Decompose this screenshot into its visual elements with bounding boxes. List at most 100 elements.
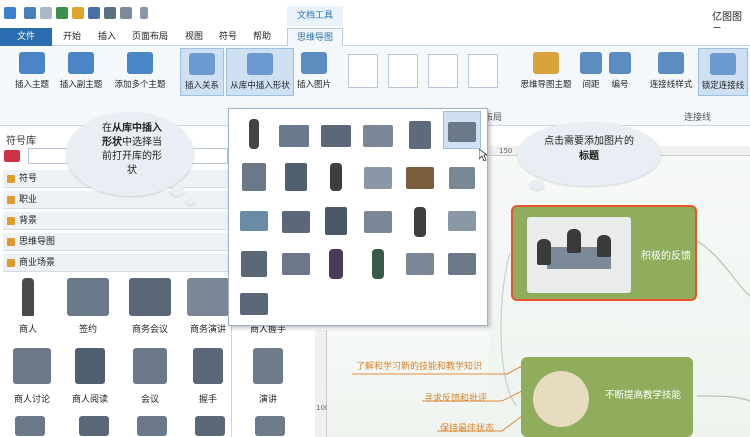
library-menu-icon[interactable] bbox=[4, 150, 20, 162]
shape-businessman[interactable]: 商人 bbox=[6, 278, 50, 335]
popup-shape-item[interactable] bbox=[317, 115, 355, 153]
popup-shape-item[interactable] bbox=[277, 243, 315, 281]
tab-help[interactable]: 帮助 bbox=[246, 28, 278, 46]
popup-shape-item[interactable] bbox=[401, 115, 439, 153]
callout-text-right: 点击需要添加图片的 标题 bbox=[544, 136, 634, 162]
lock-connector-button[interactable]: 锁定连接线 bbox=[698, 48, 748, 96]
shape-row3-item[interactable] bbox=[10, 416, 50, 436]
library-shape-icon bbox=[247, 53, 273, 75]
popup-shape-item[interactable] bbox=[317, 157, 355, 195]
redo-icon[interactable] bbox=[40, 7, 52, 19]
layout-right-icon[interactable] bbox=[388, 54, 418, 88]
export-icon[interactable] bbox=[120, 7, 132, 19]
popup-shape-item[interactable] bbox=[359, 201, 397, 239]
popup-shape-item-selected[interactable] bbox=[443, 111, 481, 149]
ribbon-tabs: 文件 开始 插入 页面布局 视图 符号 帮助 思维导图 bbox=[0, 28, 750, 46]
print-icon[interactable] bbox=[104, 7, 116, 19]
shape-business-discussion[interactable]: 商人讨论 bbox=[4, 348, 60, 405]
shape-business-meeting[interactable]: 商务会议 bbox=[122, 278, 178, 335]
shape-handshake[interactable]: 握手 bbox=[180, 348, 236, 405]
person-icon bbox=[195, 416, 225, 436]
shape-row3-item[interactable] bbox=[132, 416, 172, 436]
tab-mindmap[interactable]: 思维导图 bbox=[287, 28, 343, 46]
category-mindmap[interactable]: 思维导图 bbox=[3, 233, 229, 251]
tab-home[interactable]: 开始 bbox=[54, 28, 90, 46]
insert-from-library-button[interactable]: 从库中插入形状 bbox=[226, 48, 294, 96]
ruler-left: 100 bbox=[315, 330, 329, 437]
person-icon bbox=[537, 239, 551, 265]
shape-row3-item[interactable] bbox=[74, 416, 114, 436]
popup-shape-item[interactable] bbox=[359, 243, 397, 281]
context-tab-label: 文档工具 bbox=[287, 6, 343, 26]
popup-shape-item[interactable] bbox=[359, 115, 397, 153]
meeting-icon bbox=[129, 278, 171, 316]
popup-shape-item[interactable] bbox=[235, 243, 273, 281]
popup-shape-item[interactable] bbox=[359, 157, 397, 195]
shape-row3-item[interactable] bbox=[190, 416, 230, 436]
topic-improve-teaching[interactable]: 不断提高教学技能 bbox=[521, 357, 693, 437]
meeting-icon bbox=[67, 278, 109, 316]
popup-shape-item[interactable] bbox=[235, 157, 273, 195]
save-icon[interactable] bbox=[88, 7, 100, 19]
popup-shape-item[interactable] bbox=[235, 285, 273, 323]
popup-shape-item[interactable] bbox=[443, 243, 481, 281]
insert-topic-button[interactable]: 插入主题 bbox=[10, 52, 54, 90]
insert-image-button[interactable]: 插入图片 bbox=[294, 52, 334, 90]
person-icon bbox=[15, 416, 45, 436]
shape-contract[interactable]: 签约 bbox=[60, 278, 116, 335]
person-icon bbox=[79, 416, 109, 436]
undo-icon[interactable] bbox=[24, 7, 36, 19]
insert-subtopic-button[interactable]: 插入副主题 bbox=[56, 52, 106, 90]
chevron-down-icon[interactable] bbox=[140, 7, 148, 19]
popup-shape-item[interactable] bbox=[235, 201, 273, 239]
tab-symbol[interactable]: 符号 bbox=[212, 28, 244, 46]
popup-shape-item[interactable] bbox=[277, 157, 315, 195]
popup-shape-item[interactable] bbox=[235, 115, 273, 153]
insert-relation-button[interactable]: 插入关系 bbox=[180, 48, 224, 96]
layout-left-icon[interactable] bbox=[428, 54, 458, 88]
shape-business-reading[interactable]: 商人阅读 bbox=[62, 348, 118, 405]
topic-icon bbox=[19, 52, 45, 74]
open-folder-icon[interactable] bbox=[72, 7, 84, 19]
tab-file[interactable]: 文件 bbox=[0, 28, 52, 46]
popup-shape-item[interactable] bbox=[401, 157, 439, 195]
subtopic-icon bbox=[68, 52, 94, 74]
category-business-scene[interactable]: 商业场景 bbox=[3, 254, 229, 272]
popup-shape-item[interactable] bbox=[277, 201, 315, 239]
image-icon bbox=[301, 52, 327, 74]
numbering-icon bbox=[609, 52, 631, 74]
layout-tree-icon[interactable] bbox=[468, 54, 498, 88]
popup-shape-item[interactable] bbox=[317, 243, 355, 281]
new-file-icon[interactable] bbox=[56, 7, 68, 19]
layout-radial-icon[interactable] bbox=[348, 54, 378, 88]
popup-shape-item[interactable] bbox=[443, 201, 481, 239]
app-logo-icon bbox=[4, 7, 16, 19]
subtopic-stay-best[interactable]: 保持最佳状态 bbox=[440, 421, 494, 434]
person-icon bbox=[137, 416, 167, 436]
popup-shape-item[interactable] bbox=[401, 243, 439, 281]
connector-style-button[interactable]: 连接线样式 bbox=[646, 52, 696, 90]
tab-insert[interactable]: 插入 bbox=[92, 28, 122, 46]
shape-speech[interactable]: 演讲 bbox=[240, 348, 296, 405]
popup-shape-item[interactable] bbox=[443, 157, 481, 195]
add-multiple-topics-button[interactable]: 添加多个主题 bbox=[108, 52, 172, 90]
topic-positive-feedback[interactable]: 积极的反馈 bbox=[511, 205, 697, 301]
callout-text-left: 在从库中插入 形状中选择当 前打开库的形 状 bbox=[102, 123, 162, 176]
category-background[interactable]: 背景 bbox=[3, 212, 229, 230]
shape-meeting[interactable]: 会议 bbox=[122, 348, 178, 405]
spacing-button[interactable]: 间距 bbox=[578, 52, 604, 90]
multi-topic-icon bbox=[127, 52, 153, 74]
tab-view[interactable]: 视图 bbox=[178, 28, 210, 46]
subtopic-learn-skills[interactable]: 了解和学习新的技能和教学知识 bbox=[356, 359, 482, 372]
numbering-button[interactable]: 编号 bbox=[606, 52, 634, 90]
spacing-icon bbox=[580, 52, 602, 74]
shape-row3-item[interactable] bbox=[250, 416, 290, 436]
scroll-image bbox=[533, 371, 589, 427]
person-icon bbox=[22, 278, 34, 316]
popup-shape-item[interactable] bbox=[275, 115, 313, 153]
mindmap-theme-button[interactable]: 思维导图主题 bbox=[516, 52, 576, 90]
popup-shape-item[interactable] bbox=[317, 201, 355, 239]
tab-page-layout[interactable]: 页面布局 bbox=[124, 28, 176, 46]
subtopic-seek-feedback[interactable]: 寻求反馈和批评 bbox=[424, 391, 487, 404]
popup-shape-item[interactable] bbox=[401, 201, 439, 239]
